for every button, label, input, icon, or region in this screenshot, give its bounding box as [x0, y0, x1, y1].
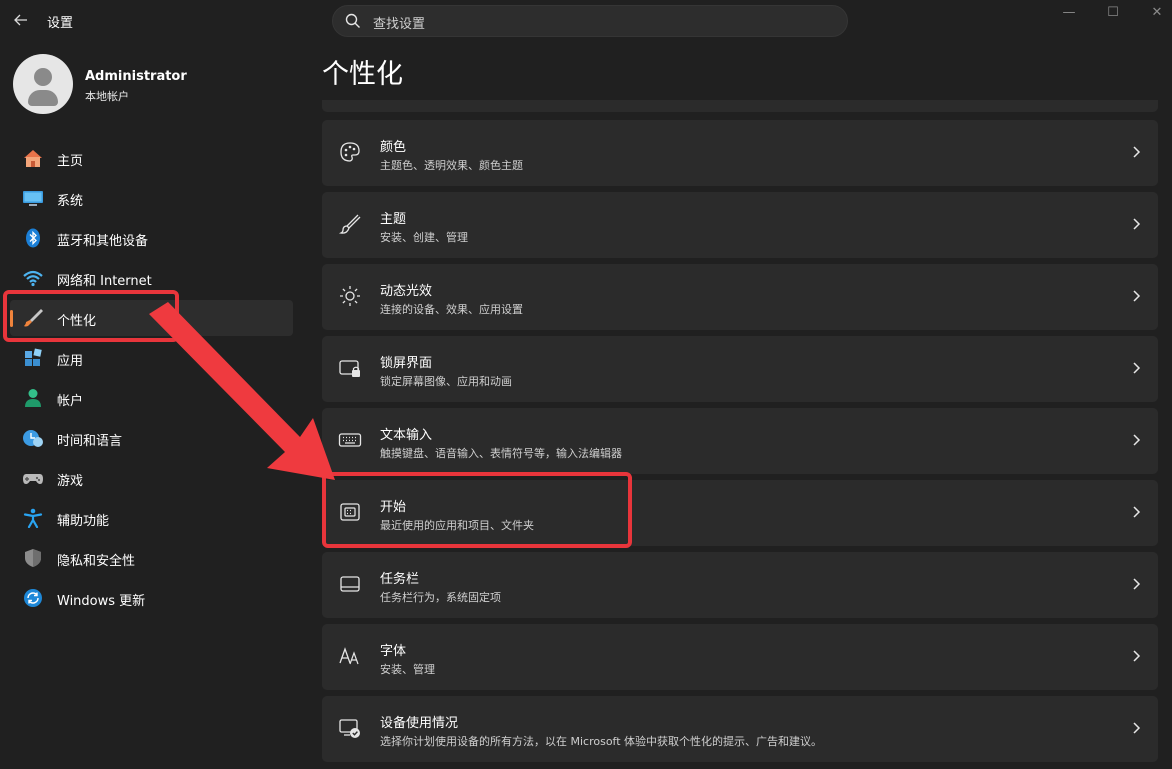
- settings-card-colors[interactable]: 颜色 主题色、透明效果、颜色主题: [322, 120, 1158, 186]
- chevron-right-icon: [1133, 290, 1141, 302]
- taskbar-icon: [340, 576, 360, 592]
- sidebar-item-label: 游戏: [57, 474, 84, 489]
- highlight-box-personalization: [3, 290, 179, 342]
- settings-card-dynamic-lighting[interactable]: 动态光效 连接的设备、效果、应用设置: [322, 264, 1158, 330]
- wifi-icon: [23, 270, 43, 287]
- chevron-right-icon: [1133, 578, 1141, 590]
- close-button[interactable]: ✕: [1134, 4, 1172, 24]
- sidebar-item-windows-update[interactable]: Windows 更新: [10, 580, 293, 616]
- sidebar-item-bluetooth[interactable]: 蓝牙和其他设备: [10, 220, 293, 256]
- card-title: 锁屏界面: [380, 356, 433, 371]
- settings-card-text-input[interactable]: 文本输入 触摸键盘、语音输入、表情符号等，输入法编辑器: [322, 408, 1158, 474]
- search-icon: [345, 13, 360, 28]
- sidebar-item-system[interactable]: 系统: [10, 180, 293, 216]
- sidebar-item-privacy[interactable]: 隐私和安全性: [10, 540, 293, 576]
- user-account-type: 本地帐户: [85, 90, 129, 103]
- settings-card-device-usage[interactable]: 设备使用情况 选择你计划使用设备的所有方法，以在 Microsoft 体验中获取…: [322, 696, 1158, 762]
- card-title: 主题: [380, 212, 407, 227]
- clipped-card: [322, 100, 1158, 112]
- settings-card-themes[interactable]: 主题 安装、创建、管理: [322, 192, 1158, 258]
- sidebar-item-accounts[interactable]: 帐户: [10, 380, 293, 416]
- card-title: 字体: [380, 644, 407, 659]
- card-title: 设备使用情况: [380, 716, 459, 731]
- gamepad-icon: [23, 474, 43, 484]
- sidebar-item-apps[interactable]: 应用: [10, 340, 293, 376]
- card-subtitle: 连接的设备、效果、应用设置: [380, 303, 523, 316]
- card-title: 颜色: [380, 140, 407, 155]
- avatar-body: [28, 90, 58, 106]
- card-subtitle: 触摸键盘、语音输入、表情符号等，输入法编辑器: [380, 447, 622, 460]
- sidebar-item-gaming[interactable]: 游戏: [10, 460, 293, 496]
- highlight-box-start: [322, 472, 632, 548]
- keyboard-icon: [338, 433, 362, 447]
- sidebar-item-label: 时间和语言: [57, 434, 123, 449]
- chevron-right-icon: [1133, 434, 1141, 446]
- sidebar-item-label: 主页: [57, 154, 84, 169]
- lighting-icon: [340, 286, 360, 306]
- sidebar-item-home[interactable]: 主页: [10, 140, 293, 176]
- settings-card-fonts[interactable]: 字体 安装、管理: [322, 624, 1158, 690]
- settings-card-lock-screen[interactable]: 锁屏界面 锁定屏幕图像、应用和动画: [322, 336, 1158, 402]
- avatar[interactable]: [13, 54, 73, 114]
- accessibility-icon: [23, 508, 43, 528]
- palette-icon: [340, 142, 360, 162]
- shield-icon: [25, 549, 41, 567]
- chevron-right-icon: [1133, 146, 1141, 158]
- title-bar: 设置 查找设置 — ☐ ✕: [0, 0, 1172, 42]
- avatar-head: [34, 68, 52, 86]
- card-subtitle: 锁定屏幕图像、应用和动画: [380, 375, 512, 388]
- chevron-right-icon: [1133, 650, 1141, 662]
- device-usage-icon: [339, 719, 360, 738]
- back-button[interactable]: [10, 8, 32, 32]
- user-name: Administrator: [85, 69, 187, 84]
- app-title: 设置: [47, 16, 74, 31]
- page-title: 个性化: [322, 59, 403, 90]
- chevron-right-icon: [1133, 362, 1141, 374]
- home-icon: [24, 150, 42, 167]
- sidebar-item-label: 帐户: [57, 394, 84, 409]
- card-title: 动态光效: [380, 284, 433, 299]
- sidebar-item-label: Windows 更新: [57, 594, 146, 609]
- chevron-right-icon: [1133, 506, 1141, 518]
- chevron-right-icon: [1133, 722, 1141, 734]
- search-box[interactable]: 查找设置: [332, 5, 848, 37]
- card-subtitle: 任务栏行为，系统固定项: [380, 591, 501, 604]
- update-icon: [24, 589, 42, 607]
- sidebar-item-time-language[interactable]: 时间和语言: [10, 420, 293, 456]
- sidebar-item-label: 蓝牙和其他设备: [57, 234, 149, 249]
- card-title: 文本输入: [380, 428, 433, 443]
- account-icon: [25, 389, 41, 407]
- apps-icon: [25, 348, 42, 366]
- search-placeholder: 查找设置: [373, 17, 426, 32]
- sidebar-item-label: 隐私和安全性: [57, 554, 136, 569]
- chevron-right-icon: [1133, 218, 1141, 230]
- card-subtitle: 选择你计划使用设备的所有方法，以在 Microsoft 体验中获取个性化的提示、…: [380, 735, 823, 748]
- card-subtitle: 安装、创建、管理: [380, 231, 468, 244]
- card-subtitle: 主题色、透明效果、颜色主题: [380, 159, 523, 172]
- card-title: 任务栏: [380, 572, 420, 587]
- font-icon: [339, 647, 359, 665]
- card-subtitle: 安装、管理: [380, 663, 435, 676]
- lock-screen-icon: [339, 360, 360, 377]
- maximize-button[interactable]: ☐: [1090, 4, 1136, 24]
- sidebar-item-label: 系统: [57, 194, 84, 209]
- brush-icon: [338, 214, 361, 234]
- settings-card-taskbar[interactable]: 任务栏 任务栏行为，系统固定项: [322, 552, 1158, 618]
- sidebar-item-accessibility[interactable]: 辅助功能: [10, 500, 293, 536]
- sidebar-item-label: 网络和 Internet: [57, 274, 152, 289]
- bluetooth-icon: [26, 228, 40, 248]
- sidebar-item-label: 应用: [57, 354, 84, 369]
- back-arrow-icon: [14, 14, 27, 26]
- minimize-button[interactable]: —: [1046, 4, 1092, 24]
- system-icon: [23, 191, 43, 206]
- time-language-icon: [23, 430, 43, 447]
- sidebar-item-label: 辅助功能: [57, 514, 110, 529]
